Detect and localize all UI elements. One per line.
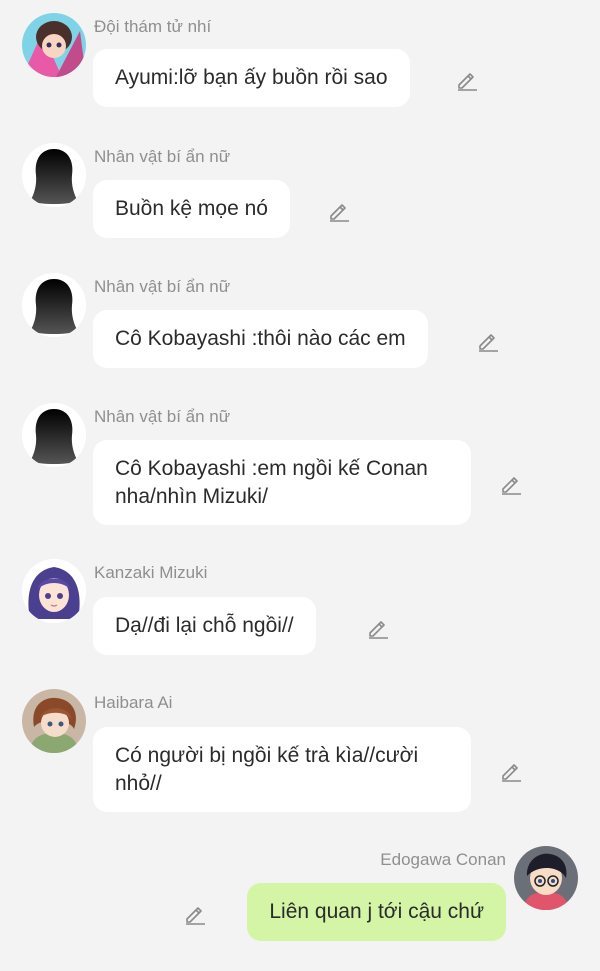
message-line: nha/nhìn Mizuki/ xyxy=(115,485,268,508)
message-bubble[interactable]: Cô Kobayashi :em ngồi kế Conan nha/nhìn … xyxy=(93,440,471,525)
silhouette-avatar-icon xyxy=(22,403,86,467)
sender-name: Edogawa Conan xyxy=(380,850,506,869)
avatar[interactable] xyxy=(514,846,578,910)
silhouette-avatar-icon xyxy=(22,143,86,207)
avatar[interactable] xyxy=(22,13,86,77)
avatar[interactable] xyxy=(22,403,86,467)
message-line: Cô Kobayashi :em ngồi kế Conan xyxy=(115,457,428,480)
pencil-edit-icon[interactable] xyxy=(499,758,523,782)
message-bubble[interactable]: Buồn kệ mọe nó xyxy=(93,180,290,238)
conan-avatar-icon xyxy=(514,846,578,910)
avatar[interactable] xyxy=(22,689,86,753)
pencil-edit-icon[interactable] xyxy=(455,67,479,91)
pencil-edit-icon[interactable] xyxy=(327,198,351,222)
sender-name: Nhân vật bí ẩn nữ xyxy=(94,147,231,166)
avatar[interactable] xyxy=(22,273,86,337)
message-line: nhỏ// xyxy=(115,772,162,795)
message-line: Có người bị ngồi kế trà kìa//cười xyxy=(115,744,419,767)
pencil-edit-icon[interactable] xyxy=(183,901,207,925)
pencil-edit-icon[interactable] xyxy=(499,471,523,495)
sender-name: Nhân vật bí ẩn nữ xyxy=(94,407,231,426)
sender-name: Nhân vật bí ẩn nữ xyxy=(94,277,231,296)
haibara-avatar-icon xyxy=(22,689,86,753)
pencil-edit-icon[interactable] xyxy=(476,328,500,352)
message-bubble[interactable]: Dạ//đi lại chỗ ngồi// xyxy=(93,597,316,655)
avatar[interactable] xyxy=(22,143,86,207)
sender-name: Đội thám tử nhí xyxy=(94,17,212,36)
ayumi-avatar-icon xyxy=(22,13,86,77)
silhouette-avatar-icon xyxy=(22,273,86,337)
sender-name: Kanzaki Mizuki xyxy=(94,563,208,582)
message-bubble[interactable]: Cô Kobayashi :thôi nào các em xyxy=(93,310,428,368)
avatar[interactable] xyxy=(22,559,86,623)
message-bubble[interactable]: Có người bị ngồi kế trà kìa//cười nhỏ// xyxy=(93,727,471,812)
sender-name: Haibara Ai xyxy=(94,693,173,712)
message-bubble[interactable]: Liên quan j tới cậu chứ xyxy=(247,883,506,941)
chat-window: Đội thám tử nhí Ayumi:lỡ bạn ấy buồn rồi… xyxy=(0,0,600,971)
pencil-edit-icon[interactable] xyxy=(366,615,390,639)
message-bubble[interactable]: Ayumi:lỡ bạn ấy buồn rồi sao xyxy=(93,49,410,107)
mizuki-avatar-icon xyxy=(22,559,86,623)
